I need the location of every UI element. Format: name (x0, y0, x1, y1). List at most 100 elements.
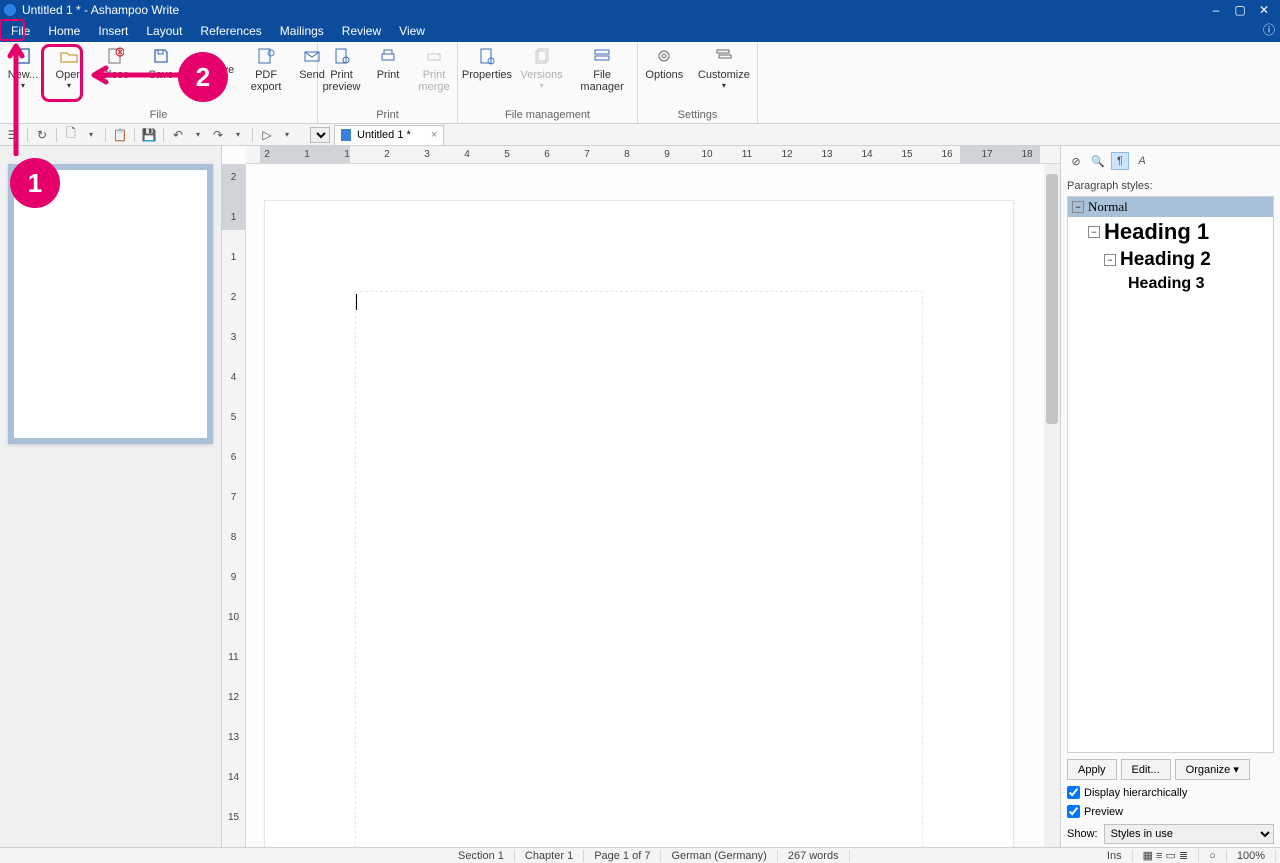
open-button[interactable]: Open ▾ (46, 42, 92, 109)
chk-preview-input[interactable] (1067, 805, 1080, 818)
file-manager-button[interactable]: File manager (567, 42, 637, 109)
window-title: Untitled 1 * - Ashampoo Write (22, 3, 1204, 17)
print-preview-button[interactable]: Print preview (318, 42, 365, 109)
show-styles-select[interactable]: Styles in use (1104, 824, 1274, 844)
document-tab-close-icon[interactable]: × (431, 129, 437, 141)
style-label-h1: Heading 1 (1104, 219, 1209, 245)
qat-paste-icon[interactable]: 📋 (111, 126, 129, 144)
sidepanel-toolbar: ⊘ 🔍 ¶ A (1067, 152, 1274, 170)
status-insert-mode[interactable]: Ins (1097, 850, 1133, 862)
open-label: Open (56, 69, 83, 81)
qat-refresh-icon[interactable]: ↻ (33, 126, 51, 144)
group-print-label: Print (318, 109, 457, 123)
style-heading-3[interactable]: Heading 3 (1068, 273, 1273, 295)
style-label-h3: Heading 3 (1128, 275, 1204, 293)
vertical-ruler[interactable]: 2112345678910111213141516 (222, 164, 246, 848)
status-section[interactable]: Section 1 (448, 850, 515, 862)
qat-save-icon[interactable]: 💾 (140, 126, 158, 144)
qat-pointer-icon[interactable]: ▷ (258, 126, 276, 144)
status-page[interactable]: Page 1 of 7 (584, 850, 661, 862)
new-button[interactable]: New... ▾ (0, 42, 46, 109)
print-merge-button: Print merge (411, 42, 457, 109)
display-hierarchically-checkbox[interactable]: Display hierarchically (1067, 786, 1274, 799)
maximize-button[interactable]: ▢ (1228, 3, 1252, 17)
customize-button[interactable]: Customize ▾ (691, 42, 757, 109)
qat-pane-toggle-icon[interactable]: ☰ (4, 126, 22, 144)
minimize-button[interactable]: – (1204, 3, 1228, 17)
qat-dropdown-redo[interactable]: ▾ (229, 126, 247, 144)
style-heading-2[interactable]: − Heading 2 (1068, 247, 1273, 273)
quick-access-toolbar: ☰ ↻ 🗋 ▾ 📋 💾 ↶ ▾ ↷ ▾ ▷ ▾ Untitled 1 * × (0, 124, 1280, 146)
menu-insert[interactable]: Insert (89, 22, 137, 40)
save-as-label: Save as (208, 64, 235, 88)
chk-hier-input[interactable] (1067, 786, 1080, 799)
status-zoom[interactable]: 100% (1227, 850, 1276, 862)
document-tab[interactable]: Untitled 1 * × (334, 125, 444, 145)
no-style-icon[interactable]: ⊘ (1067, 152, 1085, 170)
qat-dropdown-2[interactable]: ▾ (278, 126, 296, 144)
help-icon[interactable]: ⓘ (1260, 22, 1278, 40)
page-canvas[interactable] (246, 164, 1060, 848)
apply-style-button[interactable]: Apply (1067, 759, 1117, 780)
close-doc-button[interactable]: Close (92, 42, 138, 109)
qat-dropdown-undo[interactable]: ▾ (189, 126, 207, 144)
menu-layout[interactable]: Layout (137, 22, 191, 40)
text-cursor (356, 294, 357, 310)
print-preview-icon (332, 46, 352, 66)
sidepanel-title: Paragraph styles: (1067, 180, 1274, 192)
status-view-icons[interactable]: ▦ ≡ ▭ ≣ (1133, 849, 1200, 862)
char-styles-icon[interactable]: A (1133, 152, 1151, 170)
document-area: 21123456789101112131415161718 2112345678… (222, 146, 1060, 848)
options-button[interactable]: Options (638, 42, 691, 109)
document-page[interactable] (264, 200, 1014, 848)
qat-style-select[interactable] (310, 127, 330, 143)
edit-style-button[interactable]: Edit... (1121, 759, 1171, 780)
horizontal-ruler[interactable]: 21123456789101112131415161718 (246, 146, 1060, 164)
scrollbar-thumb[interactable] (1046, 174, 1058, 424)
organize-styles-button[interactable]: Organize ▾ (1175, 759, 1250, 780)
qat-new-icon[interactable]: 🗋 (62, 126, 80, 144)
vertical-scrollbar[interactable] (1044, 164, 1060, 848)
print-preview-label: Print preview (323, 69, 361, 93)
qat-undo-icon[interactable]: ↶ (169, 126, 187, 144)
preview-checkbox[interactable]: Preview (1067, 805, 1274, 818)
qat-dropdown-1[interactable]: ▾ (82, 126, 100, 144)
margin-guide (355, 291, 923, 848)
properties-label: Properties (462, 69, 512, 81)
search-icon[interactable]: 🔍 (1089, 152, 1107, 170)
style-heading-1[interactable]: − Heading 1 (1068, 217, 1273, 247)
save-as-button[interactable]: Save as (186, 66, 241, 86)
status-language[interactable]: German (Germany) (661, 850, 777, 862)
printer-icon (378, 46, 398, 66)
document-tab-label: Untitled 1 * (357, 129, 411, 141)
properties-button[interactable]: Properties (458, 42, 516, 109)
menu-home[interactable]: Home (39, 22, 89, 40)
menu-mailings[interactable]: Mailings (271, 22, 333, 40)
tree-collapse-icon[interactable]: − (1072, 201, 1084, 213)
tree-collapse-icon[interactable]: − (1088, 226, 1100, 238)
status-word-count[interactable]: 267 words (778, 850, 850, 862)
close-window-button[interactable]: ✕ (1252, 3, 1276, 17)
customize-label: Customize (698, 69, 750, 81)
versions-button: Versions ▾ (516, 42, 567, 109)
status-chapter[interactable]: Chapter 1 (515, 850, 584, 862)
menu-file[interactable]: File (2, 22, 39, 40)
menu-view[interactable]: View (390, 22, 434, 40)
qat-redo-icon[interactable]: ↷ (209, 126, 227, 144)
folder-open-icon (59, 46, 79, 66)
save-as-icon (192, 69, 204, 83)
pdf-export-button[interactable]: PDF export (243, 42, 289, 109)
menu-review[interactable]: Review (333, 22, 390, 40)
print-button[interactable]: Print (365, 42, 411, 109)
page-thumbnail[interactable] (8, 164, 213, 444)
style-normal[interactable]: − Normal (1068, 197, 1273, 217)
save-button[interactable]: Save (138, 42, 184, 109)
work-area: 21123456789101112131415161718 2112345678… (0, 146, 1280, 848)
show-label: Show: (1067, 828, 1098, 840)
close-doc-label: Close (101, 69, 129, 81)
menu-references[interactable]: References (191, 22, 270, 40)
para-styles-icon[interactable]: ¶ (1111, 152, 1129, 170)
status-zoom-out[interactable]: ○ (1199, 850, 1227, 862)
styles-list[interactable]: − Normal − Heading 1 − Heading 2 Heading… (1067, 196, 1274, 753)
tree-collapse-icon[interactable]: − (1104, 254, 1116, 266)
